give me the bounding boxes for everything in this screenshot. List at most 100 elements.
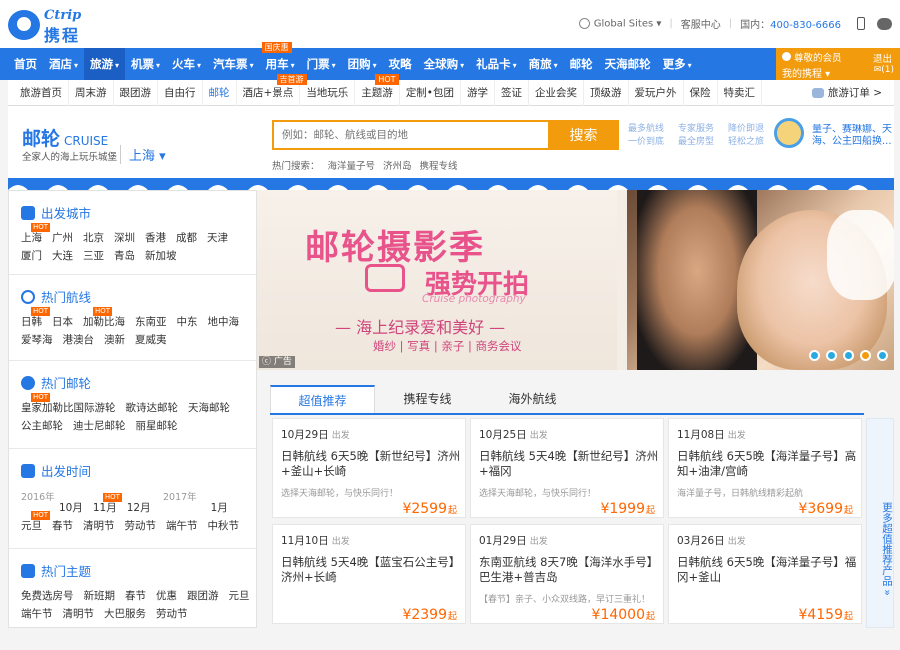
sidebar-link[interactable]: 中东 [177, 315, 198, 329]
sidebar-link[interactable]: 青岛 [114, 249, 135, 263]
subnav-item[interactable]: 企业会奖 [529, 80, 585, 106]
sidebar-link[interactable]: 日本 [52, 315, 73, 329]
hot-search-link[interactable]: 海洋量子号 [328, 158, 376, 172]
sidebar-link[interactable]: 春节 [52, 519, 73, 533]
sidebar-link[interactable]: 迪士尼邮轮 [73, 419, 126, 433]
product-tab[interactable]: 海外航线 [480, 385, 585, 413]
more-products-link[interactable]: 更多超值推荐产品 » [866, 418, 894, 628]
subnav-item[interactable]: 旅游首页 [14, 80, 69, 106]
sidebar-link[interactable]: 免费选房号 [21, 589, 74, 603]
sidebar-link[interactable]: 夏威夷 [135, 333, 167, 347]
nav-item[interactable]: 商旅 ▾ [523, 48, 564, 80]
product-card[interactable]: 10月29日 出发 日韩航线 6天5晚【新世纪号】济州+釜山+长崎 选择天海邮轮，与快… [272, 418, 466, 518]
mascot-icon[interactable] [774, 118, 804, 148]
sidebar-link[interactable]: 劳动节 [125, 519, 157, 533]
sidebar-link[interactable]: 香港 [145, 231, 166, 245]
nav-item[interactable]: 天海邮轮 [599, 48, 657, 80]
sidebar-link[interactable]: 上海 HOT [21, 223, 51, 245]
departure-city-select[interactable]: 上海 ▾ [120, 145, 166, 164]
sidebar-link[interactable]: 港澳台 [63, 333, 95, 347]
carousel-dot[interactable] [860, 350, 871, 361]
subnav-item[interactable]: 游学 [461, 80, 496, 106]
sidebar-link[interactable]: 地中海 [208, 315, 240, 329]
card-title[interactable]: 日韩航线 6天5晚【海洋量子号】福冈+釜山 [677, 555, 857, 585]
card-title[interactable]: 东南亚航线 8天7晚【海洋水手号】巴生港+普吉岛 [479, 555, 659, 585]
sidebar-link[interactable]: 新班期 [84, 589, 116, 603]
service-center-link[interactable]: 客服中心 [681, 16, 721, 31]
member-panel[interactable]: 尊敬的会员 我的携程 ▾ 退出 ✉(1) [776, 48, 900, 80]
carousel-dot[interactable] [843, 350, 854, 361]
carousel-dot[interactable] [826, 350, 837, 361]
nav-item[interactable]: 礼品卡 ▾ [470, 48, 523, 80]
sidebar-link[interactable]: 爱琴海 [21, 333, 53, 347]
sidebar-link[interactable]: 天津 [207, 231, 228, 245]
carousel-dot[interactable] [809, 350, 820, 361]
sidebar-link[interactable]: 北京 [83, 231, 104, 245]
subnav-item[interactable]: 主题游 HOT [355, 74, 400, 106]
sidebar-link[interactable]: 歌诗达邮轮 [126, 401, 179, 415]
ctrip-logo[interactable]: Ctrip 携程 [8, 6, 100, 45]
product-tab[interactable]: 超值推荐 [270, 385, 375, 413]
card-title[interactable]: 日韩航线 5天4晚【新世纪号】济州+福冈 [479, 449, 659, 479]
sidebar-link[interactable]: 厦门 [21, 249, 42, 263]
subnav-item[interactable]: 签证 [495, 80, 530, 106]
nav-item[interactable]: 首页 [8, 48, 43, 80]
sidebar-link[interactable]: 大连 [52, 249, 73, 263]
sidebar-link[interactable]: 东南亚 [135, 315, 167, 329]
sidebar-link[interactable]: 公主邮轮 [21, 419, 63, 433]
subnav-item[interactable]: 邮轮 [203, 80, 237, 106]
mobile-app-icon[interactable] [857, 17, 865, 30]
nav-item[interactable]: 门票 ▾ [301, 48, 342, 80]
sidebar-link[interactable]: 跟团游 [187, 589, 219, 603]
product-card[interactable]: 10月25日 出发 日韩航线 5天4晚【新世纪号】济州+福冈 选择天海邮轮，与快乐同行… [470, 418, 664, 518]
sidebar-link[interactable]: 澳新 [104, 333, 125, 347]
sidebar-link[interactable]: 深圳 [114, 231, 135, 245]
subnav-item[interactable]: 特卖汇 [718, 80, 763, 106]
travel-orders-link[interactable]: 旅游订单 > [811, 80, 882, 106]
hot-search-link[interactable]: 济州岛 [383, 158, 412, 172]
hot-search-link[interactable]: 携程专线 [420, 158, 458, 172]
sidebar-link[interactable]: 端午节 [21, 607, 53, 621]
sidebar-link[interactable]: 春节 [125, 589, 146, 603]
sidebar-link[interactable]: 元旦 HOT [21, 511, 51, 533]
nav-item[interactable]: 火车 ▾ [166, 48, 207, 80]
product-card[interactable]: 11月10日 出发 日韩航线 5天4晚【蓝宝石公主号】济州+长崎 ¥2399起 [272, 524, 466, 624]
my-ctrip-link[interactable]: 我的携程 ▾ [782, 65, 830, 80]
sidebar-link[interactable]: 天海邮轮 [188, 401, 230, 415]
promo-banner[interactable]: 邮轮摄影季 强势开拍 Cruise photography — 海上纪录爱和美好… [257, 190, 894, 370]
subnav-item[interactable]: 跟团游 [114, 80, 158, 106]
subnav-item[interactable]: 酒店+景点 吉首游 [237, 74, 307, 106]
sidebar-link[interactable]: 新加坡 [145, 249, 177, 263]
carousel-dot[interactable] [877, 350, 888, 361]
card-title[interactable]: 日韩航线 5天4晚【蓝宝石公主号】济州+长崎 [281, 555, 461, 585]
search-button[interactable]: 搜索 [548, 120, 619, 150]
global-sites-link[interactable]: Global Sites ▾ [578, 17, 661, 29]
sidebar-link[interactable]: 广州 [52, 231, 73, 245]
product-card[interactable]: 11月08日 出发 日韩航线 6天5晚【海洋量子号】高知+油津/宫崎 海洋量子号，日韩… [668, 418, 862, 518]
nav-item[interactable]: 酒店 ▾ [43, 48, 84, 80]
nav-item[interactable]: 汽车票 ▾ [207, 48, 260, 80]
nav-item[interactable]: 更多 ▾ [657, 48, 698, 80]
sidebar-link[interactable]: 日韩 HOT [21, 307, 51, 329]
sidebar-link[interactable]: 中秋节 [208, 519, 240, 533]
nav-item[interactable]: 旅游 ▾ [84, 48, 126, 80]
sidebar-link[interactable]: 清明节 [83, 519, 115, 533]
logout-link[interactable]: 退出 [873, 51, 892, 65]
nav-item[interactable]: 邮轮 [564, 48, 599, 80]
message-count[interactable]: ✉(1) [874, 65, 894, 75]
subnav-item[interactable]: 自由行 [158, 80, 203, 106]
sidebar-link[interactable]: 清明节 [63, 607, 95, 621]
sidebar-link[interactable]: 成都 [176, 231, 197, 245]
sidebar-link[interactable]: 元旦 [229, 589, 250, 603]
subnav-item[interactable]: 周末游 [69, 80, 114, 106]
wechat-icon[interactable] [877, 17, 892, 30]
sidebar-link[interactable]: 加勒比海 HOT [83, 307, 125, 329]
sidebar-link[interactable]: 12月 [127, 501, 151, 515]
product-card[interactable]: 03月26日 出发 日韩航线 6天5晚【海洋量子号】福冈+釜山 ¥4159起 [668, 524, 862, 624]
sidebar-link[interactable]: 10月 [59, 501, 83, 515]
sidebar-link[interactable]: 丽星邮轮 [136, 419, 178, 433]
sidebar-link[interactable]: 大巴服务 [104, 607, 146, 621]
nav-item[interactable]: 机票 ▾ [125, 48, 166, 80]
cruise-search-input[interactable] [274, 122, 548, 148]
card-title[interactable]: 日韩航线 6天5晚【海洋量子号】高知+油津/宫崎 [677, 449, 857, 479]
